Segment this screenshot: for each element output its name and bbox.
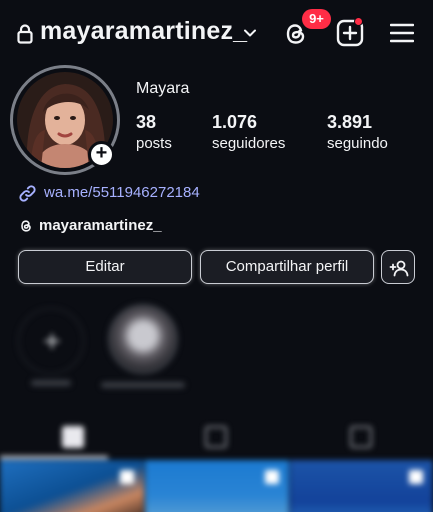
multi-post-icon [120,470,134,484]
story-highlight[interactable] [108,304,178,374]
lock-icon [17,24,33,44]
profile-header: mayaramartinez_ 9+ [0,0,433,66]
post-thumbnail[interactable] [290,460,433,512]
highlight-label-placeholder [101,382,185,388]
display-name: Mayara [136,80,190,97]
threads-icon [21,220,31,232]
username-switcher[interactable]: mayaramartinez_ [40,17,247,46]
share-profile-button[interactable]: Compartilhar perfil [200,250,374,284]
new-highlight-button[interactable]: + [18,308,84,374]
posts-label: posts [136,135,172,152]
following-value: 3.891 [327,112,373,132]
reels-icon[interactable] [205,426,227,448]
post-thumbnail[interactable] [145,460,289,512]
posts-count[interactable]: 38 posts [136,112,172,152]
highlight-label-placeholder [31,380,71,386]
multi-post-icon [409,470,423,484]
grid-icon[interactable] [62,426,84,448]
post-thumbnail[interactable] [0,460,144,512]
plus-icon: + [43,325,61,358]
blurred-content-area: + [0,296,433,512]
add-story-button[interactable]: + [88,141,115,168]
menu-icon[interactable] [390,22,414,44]
add-user-icon [389,260,409,277]
followers-value: 1.076 [212,112,258,132]
new-activity-dot [354,17,363,26]
following-label: seguindo [327,135,388,152]
edit-profile-button[interactable]: Editar [18,250,192,284]
bio-link-text[interactable]: wa.me/5511946272184 [44,184,200,201]
followers-label: seguidores [212,135,286,152]
discover-people-button[interactable] [381,250,415,284]
chevron-down-icon[interactable] [243,26,257,40]
followers-count[interactable]: 1.076 seguidores [212,112,285,152]
active-tab-indicator [0,456,108,459]
posts-value: 38 [136,112,157,132]
notification-badge: 9+ [302,9,331,29]
following-count[interactable]: 3.891 seguindo [327,112,388,152]
multi-post-icon [265,470,279,484]
link-icon [19,185,36,202]
threads-handle: mayaramartinez_ [39,217,162,234]
tagged-icon[interactable] [350,426,372,448]
